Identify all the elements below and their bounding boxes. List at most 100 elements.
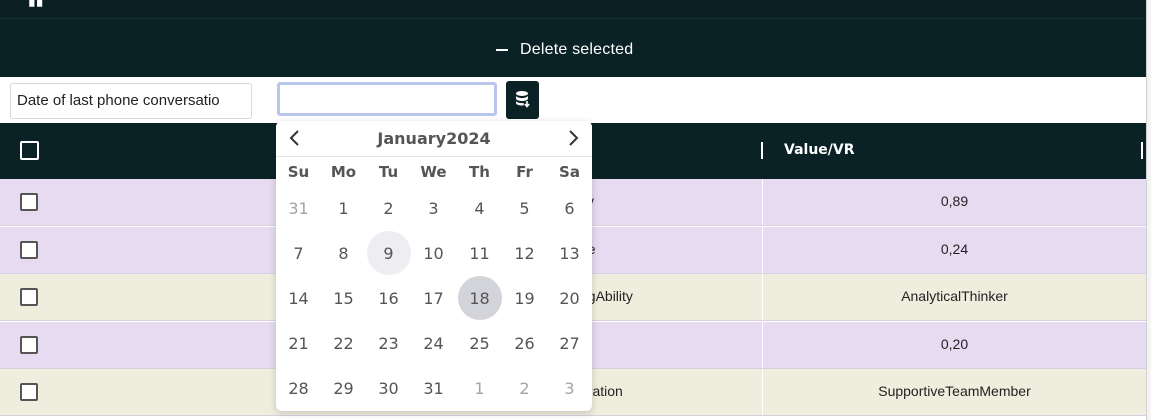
calendar-day-number: 29 [333, 379, 354, 398]
calendar-day[interactable]: 1 [321, 186, 366, 231]
calendar-day[interactable]: 29 [321, 366, 366, 411]
calendar-day-number: 8 [338, 244, 349, 263]
month-year-label: January2024 [276, 129, 592, 148]
calendar-day-number: 4 [474, 199, 485, 218]
calendar-day-number: 7 [293, 244, 304, 263]
calendar-day-number: 6 [564, 199, 575, 218]
menu-icon[interactable]: ▮▮ [28, 0, 46, 7]
calendar-day[interactable]: 24 [411, 321, 456, 366]
year-label: 2024 [446, 129, 491, 148]
date-filter-input[interactable] [277, 82, 497, 116]
calendar-day-number: 24 [423, 334, 444, 353]
row-value: 0,20 [940, 336, 969, 352]
row-value: 0,89 [940, 193, 969, 209]
calendar-day[interactable]: 21 [276, 321, 321, 366]
calendar-day[interactable]: 23 [366, 321, 411, 366]
calendar-day-number: 20 [559, 289, 580, 308]
weekday-label: Tu [378, 163, 399, 181]
calendar-day[interactable]: 15 [321, 276, 366, 321]
weekday-label: Sa [559, 163, 580, 181]
calendar-day[interactable]: 19 [502, 276, 547, 321]
scrollbar[interactable] [1146, 0, 1151, 420]
calendar-day-number: 25 [469, 334, 490, 353]
delete-selected-label: Delete selected [520, 41, 634, 58]
next-month-button[interactable] [562, 127, 584, 149]
column-separator[interactable] [761, 142, 763, 159]
weekday-label: Fr [516, 163, 533, 181]
calendar-day[interactable]: 6 [547, 186, 592, 231]
calendar-day[interactable]: 8 [321, 231, 366, 276]
filter-field-select[interactable]: Date of last phone conversatio [10, 83, 252, 119]
calendar-day-number: 23 [378, 334, 399, 353]
calendar-day-number: 11 [469, 244, 490, 263]
select-all-checkbox[interactable] [20, 141, 39, 160]
calendar-day-number: 22 [333, 334, 354, 353]
column-header-value[interactable]: Value/VR [784, 142, 855, 158]
calendar-day[interactable]: 3 [547, 366, 592, 411]
calendar-day-number: 26 [514, 334, 535, 353]
top-bar: ▮▮ [0, 0, 1146, 18]
calendar-day-number: 2 [383, 199, 394, 218]
calendar-day-number: 10 [423, 244, 444, 263]
calendar-day-number: 28 [288, 379, 309, 398]
calendar-day-number: 5 [519, 199, 530, 218]
row-checkbox[interactable] [20, 241, 38, 259]
calendar-day-number: 31 [423, 379, 444, 398]
filter-bar: Date of last phone conversatio [0, 77, 1146, 123]
database-filter-button[interactable] [506, 81, 539, 119]
calendar-day[interactable]: 25 [457, 321, 502, 366]
minus-icon [496, 49, 508, 51]
calendar-day[interactable]: 14 [276, 276, 321, 321]
row-checkbox[interactable] [20, 336, 38, 354]
row-checkbox[interactable] [20, 383, 38, 401]
date-picker: January2024 Su Mo Tu We Th Fr Sa 31 1 2 3 4 5 6 7 8 9 10… [276, 121, 592, 411]
calendar-day[interactable]: 7 [276, 231, 321, 276]
database-download-icon [515, 91, 530, 108]
calendar-day-number: 1 [474, 379, 485, 398]
calendar-day[interactable]: 30 [366, 366, 411, 411]
calendar-day[interactable]: 31 [411, 366, 456, 411]
calendar-day-number: 19 [514, 289, 535, 308]
date-picker-header: January2024 [276, 121, 592, 157]
calendar-day-number: 16 [378, 289, 399, 308]
calendar-day[interactable]: 12 [502, 231, 547, 276]
chevron-right-icon [569, 130, 579, 146]
weekday-label: Su [287, 163, 310, 181]
calendar-day-number: 21 [288, 334, 309, 353]
calendar-day[interactable]: 27 [547, 321, 592, 366]
row-checkbox[interactable] [20, 288, 38, 306]
calendar-day-number: 14 [288, 289, 309, 308]
calendar-day-number: 13 [559, 244, 580, 263]
calendar-day[interactable]: 13 [547, 231, 592, 276]
calendar-day-number: 12 [514, 244, 535, 263]
calendar-day[interactable]: 31 [276, 186, 321, 231]
calendar-day[interactable]: 10 [411, 231, 456, 276]
calendar-day[interactable]: 18 [457, 276, 502, 321]
calendar-day[interactable]: 2 [366, 186, 411, 231]
calendar-day[interactable]: 11 [457, 231, 502, 276]
row-checkbox[interactable] [20, 193, 38, 211]
calendar-day[interactable]: 9 [366, 231, 411, 276]
calendar-day[interactable]: 3 [411, 186, 456, 231]
calendar-day[interactable]: 1 [457, 366, 502, 411]
delete-selected-button[interactable]: Delete selected [496, 39, 633, 61]
calendar-day-number: 9 [383, 244, 394, 263]
calendar-day[interactable]: 22 [321, 321, 366, 366]
calendar-day[interactable]: 26 [502, 321, 547, 366]
row-value: 0,24 [940, 241, 969, 257]
calendar-day[interactable]: 4 [457, 186, 502, 231]
calendar-day[interactable]: 2 [502, 366, 547, 411]
column-separator[interactable] [1141, 142, 1143, 159]
calendar-day-number: 3 [564, 379, 575, 398]
calendar-day-number: 2 [519, 379, 530, 398]
calendar-day[interactable]: 28 [276, 366, 321, 411]
calendar-day[interactable]: 20 [547, 276, 592, 321]
weekday-label: We [420, 163, 447, 181]
calendar-day-number: 15 [333, 289, 354, 308]
calendar-day[interactable]: 16 [366, 276, 411, 321]
calendar-day[interactable]: 17 [411, 276, 456, 321]
calendar-day-number: 30 [378, 379, 399, 398]
row-value: SupportiveTeamMember [878, 383, 1031, 399]
calendar-day[interactable]: 5 [502, 186, 547, 231]
calendar-day-number: 3 [428, 199, 439, 218]
